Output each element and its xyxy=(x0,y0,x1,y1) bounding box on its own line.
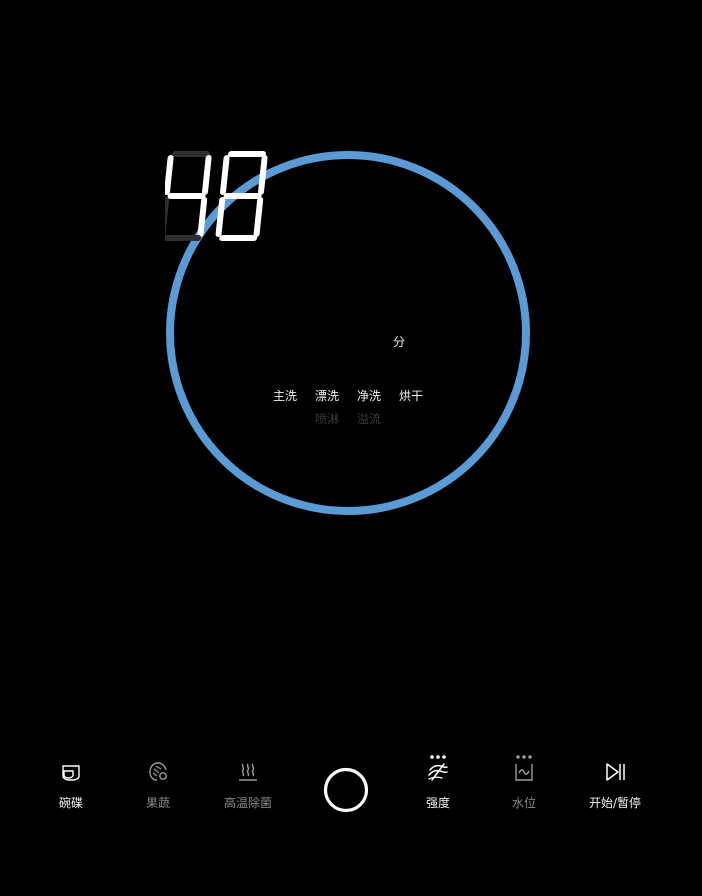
water-level-icon xyxy=(515,764,533,781)
segment-e xyxy=(215,197,226,237)
bowls-mode-button[interactable]: 碗碟 xyxy=(26,760,116,811)
power-button[interactable] xyxy=(323,767,369,813)
start-pause-button[interactable]: 开始/暂停 xyxy=(570,760,660,811)
segment-f xyxy=(165,155,174,195)
bowls-mode-label: 碗碟 xyxy=(58,796,83,810)
fruit-icon xyxy=(149,762,167,781)
segment-b xyxy=(257,155,268,195)
stage-overflow: 溢流 xyxy=(357,412,382,426)
segment-c xyxy=(197,197,208,237)
intensity-icon xyxy=(428,763,448,781)
segment-f xyxy=(219,155,230,195)
segment-b xyxy=(201,155,212,195)
time-digit-ones xyxy=(215,151,268,241)
stage-rinse: 漂洗 xyxy=(315,389,340,403)
stage-clean-wash: 净洗 xyxy=(357,389,382,403)
start-pause-label: 开始/暂停 xyxy=(588,796,642,810)
stage-main-wash: 主洗 xyxy=(273,389,298,403)
sterilize-mode-label: 高温除菌 xyxy=(223,796,272,810)
play-pause-icon xyxy=(606,763,625,781)
timer-dial: 分 主洗 漂洗 净洗 烘干 喷淋 溢流 xyxy=(165,150,531,516)
more-options-icon xyxy=(516,755,532,759)
steam-icon xyxy=(239,763,257,781)
fruits-mode-button[interactable]: 果蔬 xyxy=(113,760,203,811)
stage-list-primary: 主洗 漂洗 净洗 烘干 xyxy=(165,387,531,404)
stage-spray: 喷淋 xyxy=(315,412,340,426)
water-level-label: 水位 xyxy=(511,796,536,810)
more-options-icon xyxy=(430,755,446,759)
time-unit-label: 分 xyxy=(393,335,406,349)
segment-c xyxy=(253,197,264,237)
time-digit-tens xyxy=(165,151,212,241)
stage-dry: 烘干 xyxy=(399,389,424,403)
fruits-mode-label: 果蔬 xyxy=(145,796,170,810)
segment-e xyxy=(165,197,170,237)
water-level-button[interactable]: 水位 xyxy=(479,755,569,811)
stage-list-secondary: 喷淋 溢流 xyxy=(165,410,531,427)
remaining-time-display xyxy=(165,151,268,241)
control-bar: 碗碟 果蔬 高温除菌 强度 水位 开始/暂停 xyxy=(0,740,702,830)
bowl-icon xyxy=(62,765,80,781)
sterilize-mode-button[interactable]: 高温除菌 xyxy=(203,760,293,811)
intensity-label: 强度 xyxy=(425,796,450,810)
intensity-button[interactable]: 强度 xyxy=(393,755,483,811)
